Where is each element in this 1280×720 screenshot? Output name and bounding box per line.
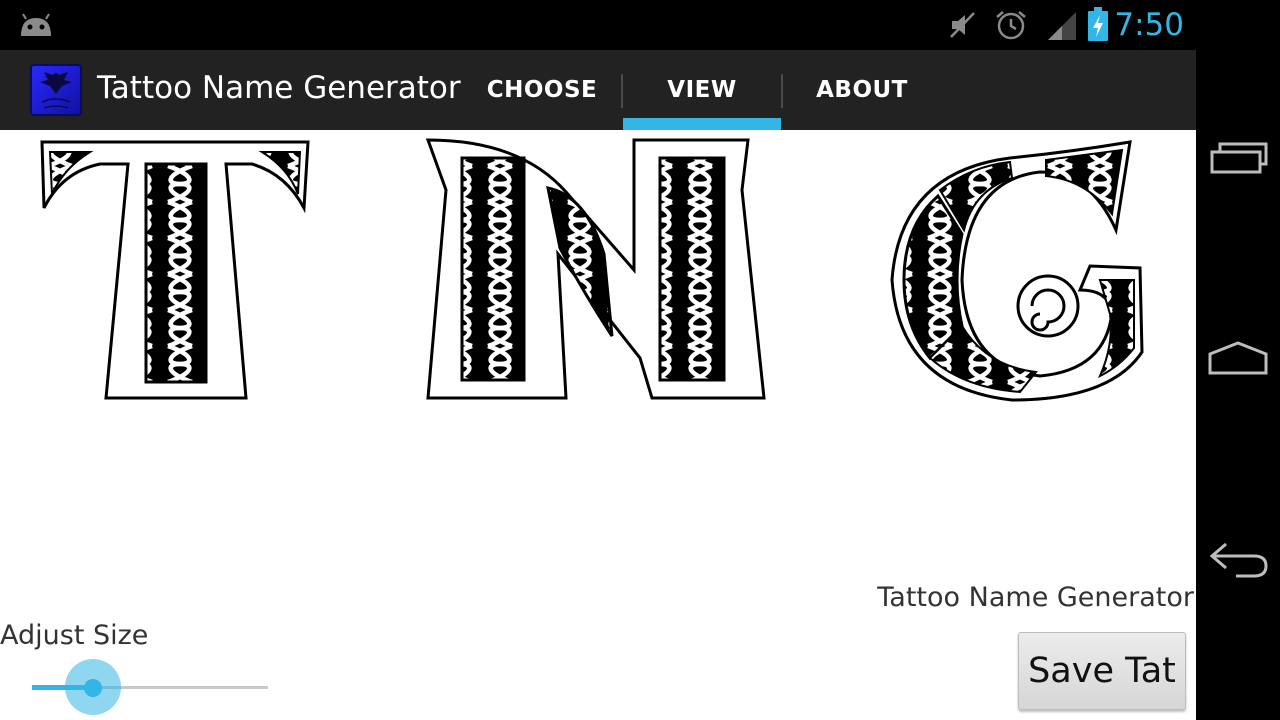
selected-tab-indicator [623, 118, 781, 130]
mute-icon [950, 12, 975, 38]
android-notification-icon [21, 13, 51, 36]
app-title: Tattoo Name Generator [97, 70, 461, 106]
celtic-letter-t: T [40, 140, 310, 400]
save-tat-button[interactable]: Save Tat [1018, 632, 1186, 710]
tab-about[interactable]: ABOUT [783, 50, 941, 130]
recent-apps-icon[interactable] [1210, 138, 1268, 178]
tab-label: VIEW [667, 77, 737, 103]
tattoo-preview: T N G [40, 138, 1144, 402]
tab-label: ABOUT [816, 77, 908, 103]
alarm-icon [996, 11, 1026, 40]
celtic-letter-n: N [425, 138, 766, 400]
signal-icon [1048, 12, 1076, 40]
adjust-size-label: Adjust Size [0, 620, 149, 651]
home-icon[interactable] [1208, 340, 1268, 376]
navigation-bar [1196, 0, 1280, 720]
tab-choose[interactable]: CHOOSE [463, 50, 621, 130]
action-bar: Tattoo Name Generator CHOOSE VIEW ABOUT [0, 50, 1196, 130]
app-logo-icon[interactable] [30, 64, 82, 116]
status-bar: 7:50 [0, 0, 1196, 50]
tattoo-caption: Tattoo Name Generator [877, 582, 1194, 613]
celtic-letter-g: G [890, 140, 1144, 402]
status-clock: 7:50 [1114, 7, 1184, 43]
back-icon[interactable] [1206, 538, 1270, 580]
battery-charging-icon [1088, 7, 1108, 41]
tab-label: CHOOSE [486, 77, 598, 103]
tattoo-view-panel: T N G Tattoo Name Generator Adjust Size … [0, 130, 1196, 720]
